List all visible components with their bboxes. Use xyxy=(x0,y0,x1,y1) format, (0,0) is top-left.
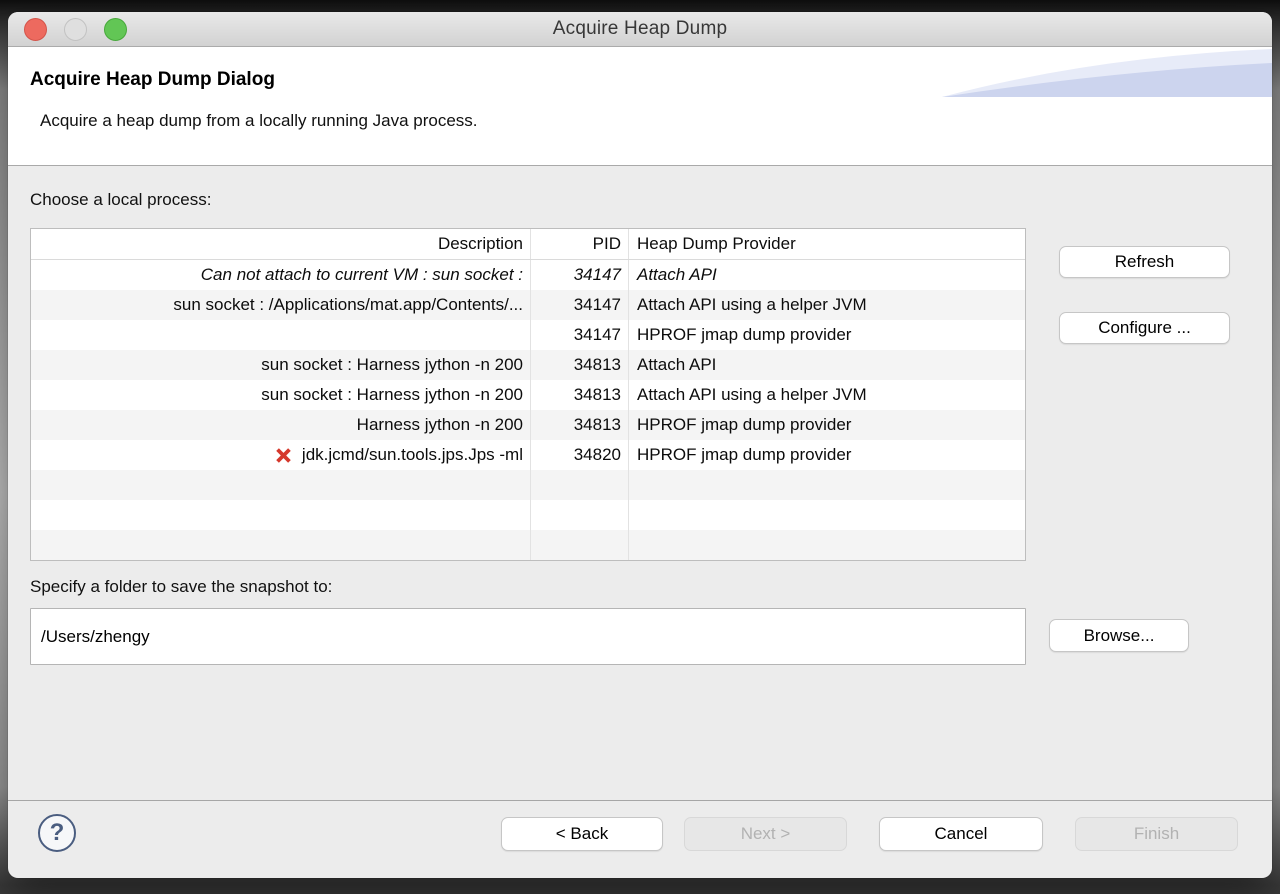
process-description: jdk.jcmd/sun.tools.jps.Jps -ml xyxy=(302,445,523,465)
process-description: Can not attach to current VM : sun socke… xyxy=(201,265,523,285)
table-row xyxy=(31,530,1025,560)
cell-description: jdk.jcmd/sun.tools.jps.Jps -ml xyxy=(31,440,531,470)
cell-pid xyxy=(531,530,629,560)
refresh-button[interactable]: Refresh xyxy=(1059,246,1230,278)
cell-description: sun socket : /Applications/mat.app/Conte… xyxy=(31,290,531,320)
process-list-label: Choose a local process: xyxy=(30,190,211,210)
dialog-subtitle: Acquire a heap dump from a locally runni… xyxy=(40,111,478,131)
column-header-provider[interactable]: Heap Dump Provider xyxy=(629,229,1025,259)
table-row[interactable]: sun socket : Harness jython -n 200 34813A… xyxy=(31,380,1025,410)
cell-description xyxy=(31,530,531,560)
cell-provider: Attach API using a helper JVM xyxy=(629,290,1025,320)
dialog-header: Acquire Heap Dump Dialog Acquire a heap … xyxy=(8,47,1272,166)
cell-provider: HPROF jmap dump provider xyxy=(629,440,1025,470)
cell-provider xyxy=(629,470,1025,500)
cell-provider xyxy=(629,500,1025,530)
back-button[interactable]: < Back xyxy=(501,817,663,851)
cell-provider: Attach API xyxy=(629,350,1025,380)
cell-provider: Attach API using a helper JVM xyxy=(629,380,1025,410)
cell-provider: HPROF jmap dump provider xyxy=(629,410,1025,440)
cell-provider: HPROF jmap dump provider xyxy=(629,320,1025,350)
cancel-button[interactable]: Cancel xyxy=(879,817,1043,851)
folder-label: Specify a folder to save the snapshot to… xyxy=(30,577,332,597)
cell-pid: 34147 xyxy=(531,320,629,350)
help-icon[interactable]: ? xyxy=(38,814,76,852)
error-x-icon xyxy=(272,444,295,467)
table-row[interactable]: 34147HPROF jmap dump provider xyxy=(31,320,1025,350)
cell-description xyxy=(31,470,531,500)
cell-pid: 34147 xyxy=(531,260,629,290)
cell-description: sun socket : Harness jython -n 200 xyxy=(31,350,531,380)
folder-path-input[interactable] xyxy=(30,608,1026,665)
table-row xyxy=(31,500,1025,530)
dialog-title: Acquire Heap Dump Dialog xyxy=(30,69,275,91)
zoom-button[interactable] xyxy=(104,18,127,41)
next-button[interactable]: Next > xyxy=(684,817,847,851)
browse-button[interactable]: Browse... xyxy=(1049,619,1189,652)
column-header-pid[interactable]: PID xyxy=(531,229,629,259)
process-table: Description PID Heap Dump Provider Can n… xyxy=(30,228,1026,561)
process-description: Harness jython -n 200 xyxy=(357,415,523,435)
cell-pid: 34813 xyxy=(531,410,629,440)
cell-description: Can not attach to current VM : sun socke… xyxy=(31,260,531,290)
title-bar[interactable]: Acquire Heap Dump xyxy=(8,12,1272,47)
cell-description xyxy=(31,320,531,350)
table-row[interactable]: jdk.jcmd/sun.tools.jps.Jps -ml 34820HPROF… xyxy=(31,440,1025,470)
close-button[interactable] xyxy=(24,18,47,41)
process-description: sun socket : /Applications/mat.app/Conte… xyxy=(173,295,523,315)
cell-pid xyxy=(531,500,629,530)
cell-provider: Attach API xyxy=(629,260,1025,290)
cell-description: Harness jython -n 200 xyxy=(31,410,531,440)
cell-pid: 34820 xyxy=(531,440,629,470)
table-row[interactable]: sun socket : Harness jython -n 200 34813A… xyxy=(31,350,1025,380)
acquire-heap-dump-dialog: Acquire Heap Dump Acquire Heap Dump Dial… xyxy=(8,12,1272,878)
table-row[interactable]: sun socket : /Applications/mat.app/Conte… xyxy=(31,290,1025,320)
cell-pid: 34813 xyxy=(531,350,629,380)
process-table-body: Can not attach to current VM : sun socke… xyxy=(31,260,1025,560)
footer-separator xyxy=(8,800,1272,801)
minimize-button[interactable] xyxy=(64,18,87,41)
column-header-description[interactable]: Description xyxy=(31,229,531,259)
cell-pid: 34813 xyxy=(531,380,629,410)
cell-description xyxy=(31,500,531,530)
table-row[interactable]: Can not attach to current VM : sun socke… xyxy=(31,260,1025,290)
cell-pid xyxy=(531,470,629,500)
configure-button[interactable]: Configure ... xyxy=(1059,312,1230,344)
table-row[interactable]: Harness jython -n 200 34813HPROF jmap dum… xyxy=(31,410,1025,440)
table-row xyxy=(31,470,1025,500)
traffic-lights xyxy=(24,18,127,41)
finish-button[interactable]: Finish xyxy=(1075,817,1238,851)
process-description: sun socket : Harness jython -n 200 xyxy=(261,385,523,405)
cell-pid: 34147 xyxy=(531,290,629,320)
process-description: sun socket : Harness jython -n 200 xyxy=(261,355,523,375)
window-title: Acquire Heap Dump xyxy=(553,18,727,40)
cell-description: sun socket : Harness jython -n 200 xyxy=(31,380,531,410)
cell-provider xyxy=(629,530,1025,560)
process-table-header: Description PID Heap Dump Provider xyxy=(31,229,1025,260)
banner-swoosh-graphic xyxy=(942,47,1272,97)
